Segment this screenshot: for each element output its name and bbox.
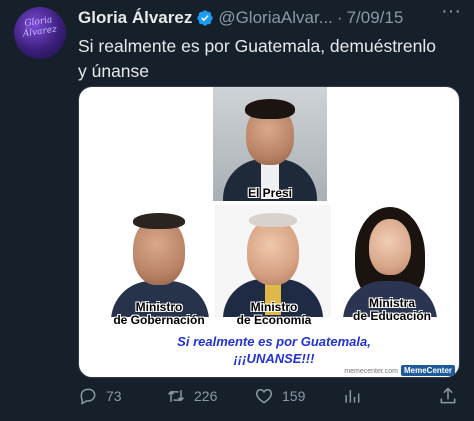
more-options-icon[interactable]: ···: [438, 1, 464, 28]
watermark-url: memecenter.com: [344, 368, 398, 375]
tweet[interactable]: Gloria Álvarez Gloria Álvarez @GloriaAlva…: [0, 0, 474, 421]
watermark-badge: MemeCenter: [400, 365, 455, 376]
tweet-header: Gloria Álvarez @GloriaAlvar... · 7/09/15: [78, 6, 403, 30]
caption-gobernacion: Ministro de Gobernación: [97, 301, 221, 327]
verified-badge-icon: [196, 9, 214, 27]
tweet-text-line: Si realmente es por Guatemala, demuéstre…: [78, 36, 436, 56]
like-count: 159: [282, 388, 306, 404]
analytics-button[interactable]: [342, 386, 370, 406]
analytics-icon: [345, 390, 360, 403]
tweet-text-line: y únanse: [78, 61, 150, 81]
meme-slogan-line1: Si realmente es por Guatemala,: [177, 334, 371, 349]
reply-icon: [80, 388, 96, 405]
watermark: memecenter.com MemeCenter: [344, 365, 455, 376]
caption-educacion: Ministra de Educación: [337, 297, 447, 323]
avatar-artwork: Gloria Álvarez: [22, 15, 58, 40]
like-button[interactable]: 159: [254, 386, 305, 406]
caption-educacion-line2: de Educación: [352, 309, 432, 323]
caption-economia-line2: de Economía: [236, 313, 312, 327]
reply-button[interactable]: 73: [78, 386, 122, 406]
photo-presi: [213, 87, 327, 201]
separator-dot: ·: [336, 8, 343, 27]
retweet-icon: [167, 390, 185, 402]
retweet-button[interactable]: 226: [166, 386, 217, 406]
tweet-media-image[interactable]: El Presi Ministro de Gobernación Ministr…: [78, 86, 460, 378]
reply-count: 73: [106, 388, 122, 404]
author-handle[interactable]: @GloriaAlvar...: [218, 8, 333, 28]
caption-gobernacion-line2: de Gobernación: [113, 313, 205, 327]
meme-slogan: Si realmente es por Guatemala, ¡¡¡UNANSE…: [159, 333, 389, 367]
retweet-count: 226: [194, 388, 218, 404]
share-button[interactable]: [438, 386, 466, 406]
tweet-actions: 73 226 159: [78, 386, 463, 412]
avatar[interactable]: Gloria Álvarez: [14, 7, 66, 59]
caption-presi: El Presi: [247, 186, 293, 200]
heart-icon: [255, 388, 273, 404]
meme-slogan-line2: ¡¡¡UNANSE!!!: [233, 351, 315, 366]
caption-economia: Ministro de Economía: [219, 301, 329, 327]
tweet-date[interactable]: 7/09/15: [347, 8, 404, 28]
author-name[interactable]: Gloria Álvarez: [78, 8, 192, 28]
tweet-text: Si realmente es por Guatemala, demuéstre…: [78, 34, 463, 84]
share-icon: [440, 387, 456, 404]
